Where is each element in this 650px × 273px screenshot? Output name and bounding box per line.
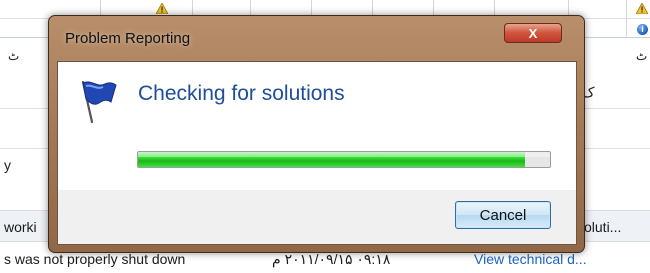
dialog-heading: Checking for solutions	[138, 82, 345, 105]
flag-icon	[81, 80, 117, 124]
close-icon: X	[528, 25, 538, 41]
event-row-text: worki	[4, 219, 37, 235]
event-row-text: s was not properly shut down	[4, 251, 186, 267]
cancel-button[interactable]: Cancel	[455, 201, 551, 229]
grid-divider	[626, 0, 627, 38]
window-title: Problem Reporting	[65, 30, 191, 47]
view-technical-details-link[interactable]: View technical d...	[474, 251, 587, 267]
bg-column-mark: ٹ	[636, 49, 648, 63]
event-date-text: ‏۰۹:۱۸ ۲۰۱۱/۰۹/۱۵ م	[272, 251, 391, 267]
progress-shine	[138, 152, 550, 157]
progress-bar	[137, 151, 551, 168]
dialog-client-area: Checking for solutions Cancel	[57, 61, 577, 245]
event-row-text: oluti...	[584, 219, 622, 235]
close-button[interactable]: X	[504, 23, 562, 43]
info-icon: i	[637, 24, 648, 35]
warning-icon	[636, 3, 648, 14]
dialog-content: Checking for solutions	[58, 62, 576, 190]
bg-column-mark: ٹ	[8, 49, 20, 63]
warning-icon	[156, 3, 168, 14]
problem-reporting-dialog: Problem Reporting X Checking for solutio…	[48, 15, 585, 253]
bg-column-mark: y	[4, 157, 11, 173]
